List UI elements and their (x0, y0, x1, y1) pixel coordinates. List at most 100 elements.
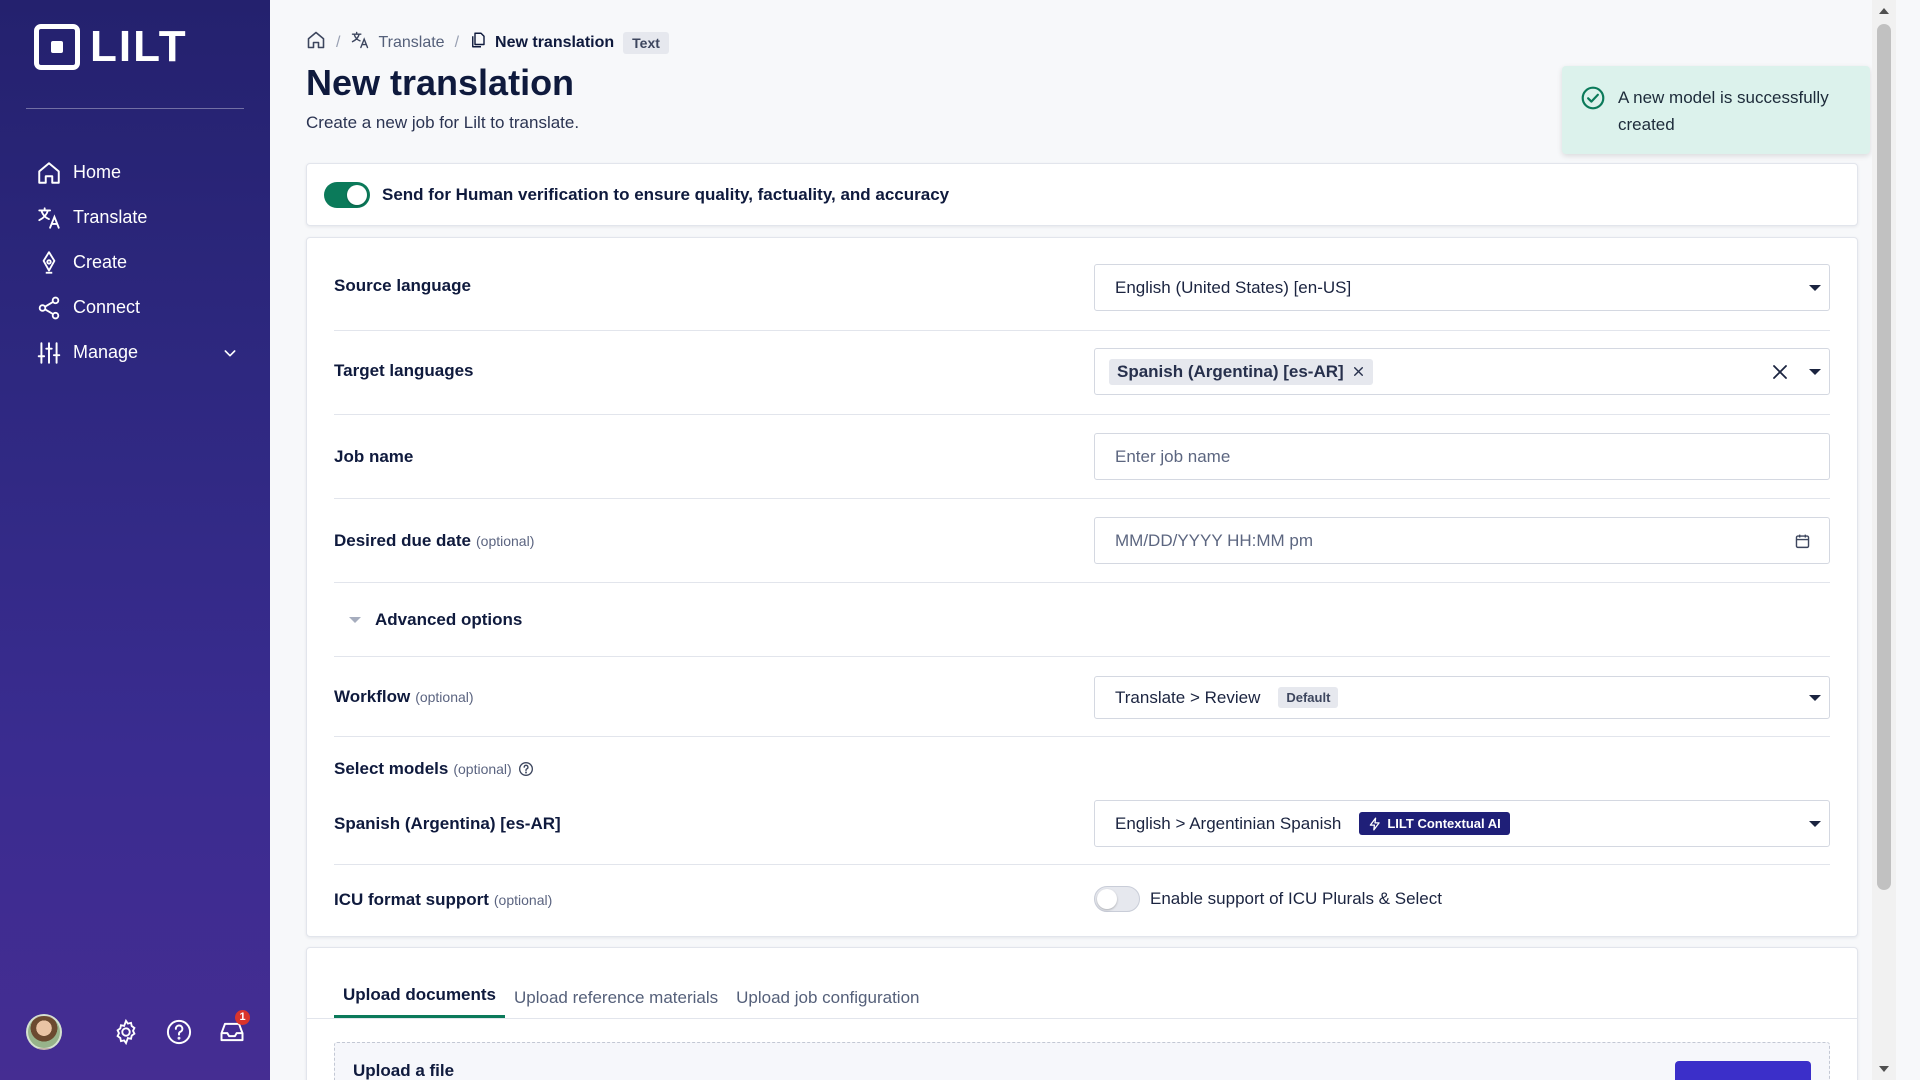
due-date-label: Desired due date (optional) (334, 531, 534, 551)
sliders-icon (36, 340, 62, 366)
advanced-options-row: Advanced options (334, 583, 1830, 657)
breadcrumb-translate[interactable]: Translate (350, 30, 445, 55)
workflow-select[interactable]: Translate > Review Default (1094, 676, 1830, 719)
select-models-label-text: Select models (334, 759, 449, 778)
sidebar-item-home[interactable]: Home (0, 150, 270, 195)
page-subtitle: Create a new job for Lilt to translate. (306, 113, 580, 132)
optional-label: (optional) (493, 892, 553, 908)
clear-selection-icon[interactable] (1771, 363, 1789, 381)
translate-icon (36, 205, 62, 231)
icu-label-text: ICU format support (334, 890, 489, 909)
tab-upload-job-configuration[interactable]: Upload job configuration (727, 988, 928, 1018)
document-copy-icon (469, 31, 487, 54)
calendar-icon[interactable] (1794, 532, 1811, 549)
tab-upload-documents[interactable]: Upload documents (334, 985, 506, 1018)
caret-down-icon (1809, 368, 1821, 375)
language-chip: Spanish (Argentina) [es-AR] (1109, 358, 1373, 385)
icu-row: ICU format support (optional) Enable sup… (334, 865, 1830, 937)
select-models-row: Select models (optional) Spanish (Argent… (334, 737, 1830, 865)
upload-tabs: Upload documents Upload reference materi… (334, 978, 928, 1018)
sidebar-item-label: Connect (73, 297, 141, 317)
caret-down-icon (1809, 694, 1821, 701)
source-language-select[interactable]: English (United States) [en-US] (1094, 264, 1830, 311)
sidebar-nav: Home Translate Create Connect Manage (0, 150, 270, 375)
caret-down-icon (1809, 820, 1821, 827)
due-date-input[interactable]: MM/DD/YYYY HH:MM pm (1094, 517, 1830, 564)
file-drop-zone[interactable]: Upload a file (334, 1042, 1830, 1080)
default-tag: Default (1278, 687, 1339, 708)
optional-label: (optional) (415, 689, 474, 705)
target-languages-row: Target languages Spanish (Argentina) [es… (334, 331, 1830, 415)
inbox-icon[interactable]: 1 (218, 1010, 250, 1046)
scroll-down-arrow-icon[interactable] (1879, 1066, 1889, 1072)
job-name-placeholder: Enter job name (1115, 446, 1231, 466)
home-icon (306, 30, 326, 55)
check-circle-icon (1580, 85, 1606, 111)
select-models-label: Select models (optional) (334, 759, 534, 779)
target-languages-label: Target languages (334, 361, 474, 380)
breadcrumb-home[interactable] (306, 30, 326, 55)
source-language-value: English (United States) [en-US] (1115, 277, 1352, 297)
job-name-label: Job name (334, 447, 414, 466)
remove-chip-icon[interactable] (1352, 365, 1365, 378)
sidebar-item-translate[interactable]: Translate (0, 195, 270, 240)
human-verification-card: Send for Human verification to ensure qu… (306, 163, 1858, 226)
due-date-label-text: Desired due date (334, 531, 471, 550)
workflow-label-text: Workflow (334, 687, 411, 706)
help-icon[interactable] (165, 1018, 193, 1046)
breadcrumb-tag: Text (623, 31, 669, 54)
home-icon (36, 160, 62, 186)
pen-nib-icon (36, 250, 62, 276)
contextual-ai-tag-label: LILT Contextual AI (1387, 816, 1501, 831)
advanced-options-toggle[interactable]: Advanced options (349, 610, 522, 630)
lilt-logo[interactable]: LILT (34, 24, 188, 70)
success-toast: A new model is successfully created (1562, 66, 1870, 154)
gear-icon[interactable] (112, 1018, 140, 1046)
page-scrollbar[interactable] (1872, 0, 1896, 1080)
lightning-icon (1368, 817, 1382, 831)
breadcrumb-translate-label: Translate (378, 33, 445, 51)
uploads-card: Upload documents Upload reference materi… (306, 947, 1858, 1080)
sidebar-item-label: Home (73, 162, 122, 182)
breadcrumb-current: New translation (469, 31, 614, 54)
avatar[interactable] (26, 1014, 62, 1050)
icu-toggle[interactable] (1094, 886, 1140, 912)
optional-label: (optional) (476, 533, 535, 549)
sidebar-divider (26, 108, 244, 109)
human-verification-toggle[interactable] (324, 181, 370, 208)
sidebar: LILT Home Translate Create Connect Manag… (0, 0, 270, 1080)
sidebar-item-create[interactable]: Create (0, 240, 270, 285)
toggle-knob (1097, 889, 1117, 909)
sidebar-item-manage[interactable]: Manage (0, 330, 270, 375)
language-chip-label: Spanish (Argentina) [es-AR] (1117, 361, 1344, 381)
target-languages-select[interactable]: Spanish (Argentina) [es-AR] (1094, 348, 1830, 395)
workflow-value: Translate > Review (1115, 687, 1261, 707)
page-title: New translation (306, 62, 575, 103)
job-name-input[interactable]: Enter job name (1094, 433, 1830, 480)
toggle-knob (347, 184, 367, 205)
breadcrumb: / Translate / New translation Text (306, 30, 669, 55)
upload-button[interactable] (1675, 1061, 1811, 1080)
sidebar-item-connect[interactable]: Connect (0, 285, 270, 330)
logo-text: LILT (90, 22, 188, 71)
contextual-ai-tag: LILT Contextual AI (1359, 812, 1510, 835)
sidebar-item-label: Create (73, 252, 128, 272)
model-select[interactable]: English > Argentinian Spanish LILT Conte… (1094, 800, 1830, 847)
model-language-label: Spanish (Argentina) [es-AR] (334, 814, 561, 833)
scroll-thumb[interactable] (1877, 24, 1891, 890)
scroll-up-arrow-icon[interactable] (1879, 8, 1889, 14)
main-content: / Translate / New translation Text New t… (270, 0, 1896, 1080)
source-language-row: Source language English (United States) … (334, 238, 1830, 331)
workflow-label: Workflow (optional) (334, 687, 474, 707)
chevron-down-icon[interactable] (222, 345, 238, 361)
sidebar-footer: 1 (26, 1010, 256, 1050)
model-value: English > Argentinian Spanish (1115, 813, 1342, 833)
icu-toggle-label: Enable support of ICU Plurals & Select (1150, 889, 1442, 908)
tabs-divider (307, 1018, 1857, 1019)
due-date-row: Desired due date (optional) MM/DD/YYYY H… (334, 499, 1830, 583)
help-circle-icon[interactable] (518, 761, 534, 777)
logo-mark-icon (34, 24, 80, 70)
notification-badge: 1 (235, 1010, 250, 1025)
tab-upload-reference-materials[interactable]: Upload reference materials (505, 988, 727, 1018)
job-name-row: Job name Enter job name (334, 415, 1830, 499)
